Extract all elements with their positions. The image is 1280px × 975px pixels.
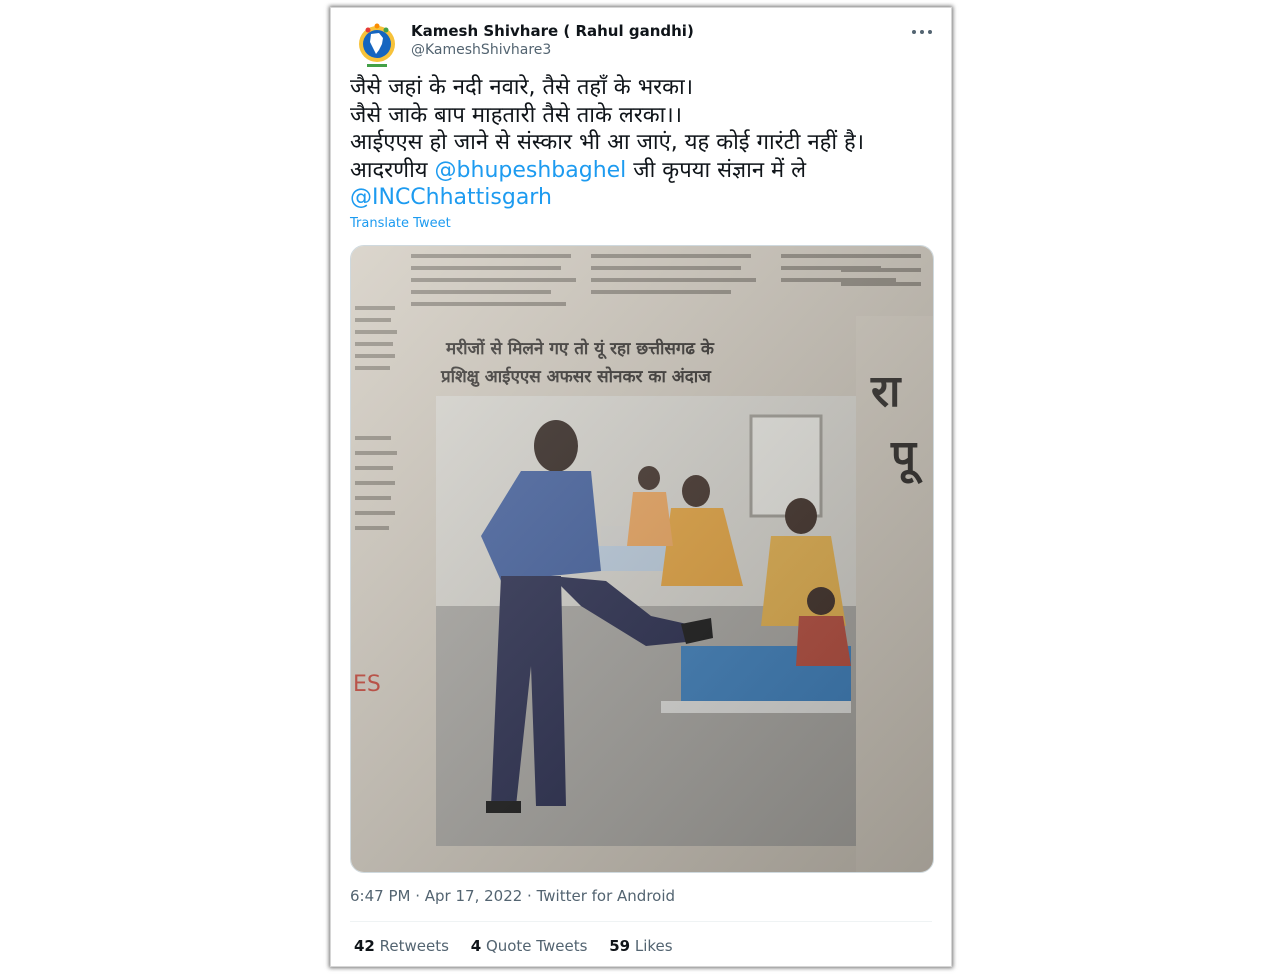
likes-stat[interactable]: 59 Likes [609, 937, 672, 955]
tweet-stats: 42 Retweets 4 Quote Tweets 59 Likes [354, 937, 690, 955]
author-name[interactable]: Kamesh Shivhare ( Rahul gandhi) [411, 22, 694, 40]
quotes-label: Quote Tweets [485, 937, 588, 955]
retweets-count: 42 [354, 937, 375, 955]
tweet-line-5: @INCChhattisgarh [350, 184, 940, 212]
more-icon[interactable] [909, 22, 935, 42]
tweet-media-image[interactable]: ES मरीजों से मिलने गए तो यूं रहा छत्तीसग… [350, 245, 934, 873]
newspaper-photo: ES मरीजों से मिलने गए तो यूं रहा छत्तीसग… [351, 246, 933, 872]
avatar[interactable] [352, 20, 402, 70]
mention-incchhattisgarh[interactable]: @INCChhattisgarh [350, 185, 552, 210]
tweet-line-2: जैसे जाके बाप माहतारी तैसे ताके लरका।। [350, 102, 683, 128]
divider [350, 921, 932, 922]
translate-tweet-link[interactable]: Translate Tweet [350, 216, 451, 231]
quote-tweets-stat[interactable]: 4 Quote Tweets [471, 937, 588, 955]
retweets-label: Retweets [379, 937, 449, 955]
tweet-time[interactable]: 6:47 PM [350, 887, 410, 905]
likes-label: Likes [634, 937, 673, 955]
tweet-line-1: जैसे जहां के नदी नवारे, तैसे तहाँ के भरक… [350, 75, 694, 100]
tweet-date[interactable]: Apr 17, 2022 [425, 887, 523, 905]
tweet-line-4-prefix: आदरणीय [350, 157, 435, 183]
author-handle[interactable]: @KameshShivhare3 [411, 42, 551, 58]
tweet-line-4: आदरणीय @bhupeshbaghel जी कृपया संज्ञान म… [350, 157, 940, 185]
avatar-logo-icon [359, 23, 395, 67]
meta-separator-1: · [410, 887, 425, 905]
tweet-meta: 6:47 PM · Apr 17, 2022 · Twitter for And… [350, 887, 675, 905]
likes-count: 59 [609, 937, 631, 955]
tweet-text: जैसे जहां के नदी नवारे, तैसे तहाँ के भरक… [350, 74, 940, 212]
meta-separator-2: · [522, 887, 537, 905]
retweets-stat[interactable]: 42 Retweets [354, 937, 449, 955]
tweet-line-3: आईएएस हो जाने से संस्कार भी आ जाएं, यह क… [350, 130, 865, 155]
mention-bhupeshbaghel[interactable]: @bhupeshbaghel [435, 158, 627, 183]
tweet-line-4-suffix: जी कृपया संज्ञान में ले [626, 157, 807, 183]
tweet-source[interactable]: Twitter for Android [537, 887, 675, 905]
quotes-count: 4 [470, 937, 482, 955]
tweet-card: Kamesh Shivhare ( Rahul gandhi) @KameshS… [330, 7, 952, 967]
